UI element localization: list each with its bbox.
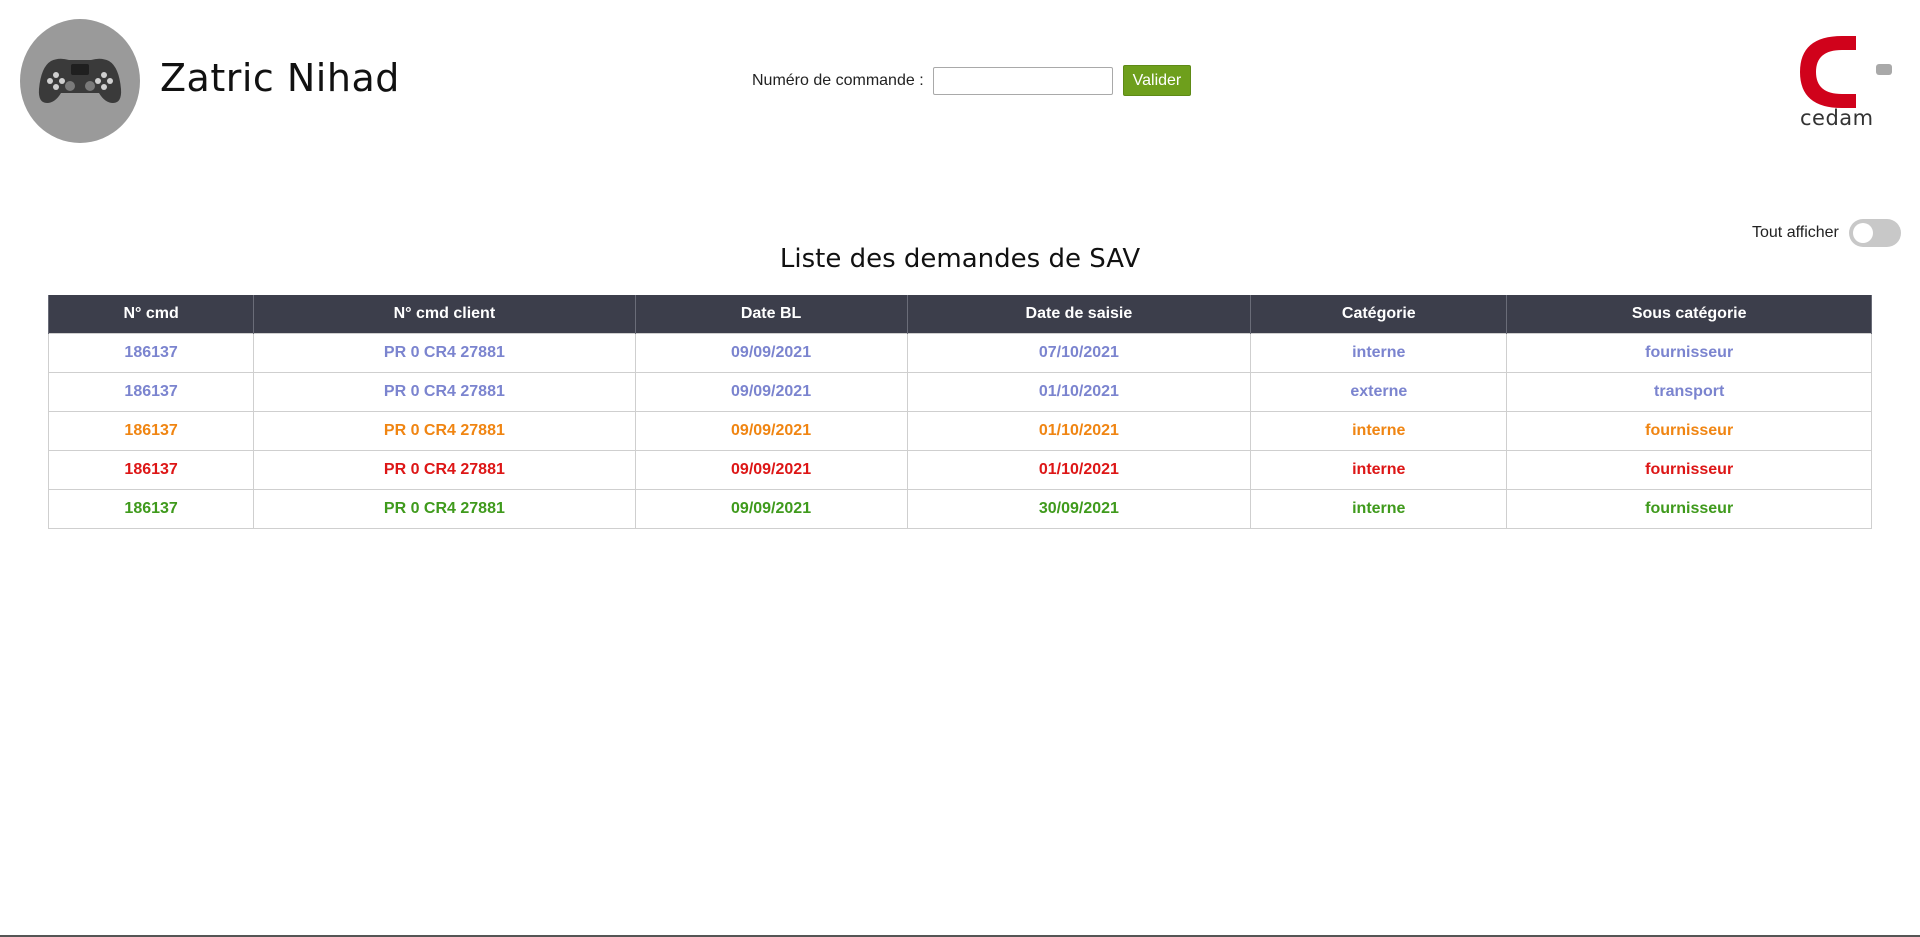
- subcategory-cell: transport: [1506, 372, 1872, 412]
- entry-date-cell: 30/09/2021: [906, 489, 1252, 529]
- show-all-toggle-group: Tout afficher: [1752, 219, 1901, 247]
- column-header-client-order-number[interactable]: N° cmd client: [253, 295, 636, 334]
- column-header-delivery-date[interactable]: Date BL: [634, 295, 908, 334]
- table-row[interactable]: 186137 PR 0 CR4 27881 09/09/2021 30/09/2…: [47, 489, 1872, 529]
- column-header-entry-date[interactable]: Date de saisie: [906, 295, 1252, 334]
- order-number-cell: 186137: [47, 450, 255, 490]
- sav-table: N° cmd N° cmd client Date BL Date de sai…: [47, 295, 1872, 529]
- table-row[interactable]: 186137 PR 0 CR4 27881 09/09/2021 01/10/2…: [47, 372, 1872, 412]
- delivery-date-cell: 09/09/2021: [634, 333, 908, 373]
- delivery-date-cell: 09/09/2021: [634, 489, 908, 529]
- column-header-category[interactable]: Catégorie: [1250, 295, 1508, 334]
- table-row[interactable]: 186137 PR 0 CR4 27881 09/09/2021 01/10/2…: [47, 411, 1872, 451]
- entry-date-cell: 01/10/2021: [906, 450, 1252, 490]
- gamepad-icon: [38, 58, 122, 103]
- order-number-cell: 186137: [47, 489, 255, 529]
- show-all-toggle[interactable]: [1848, 219, 1901, 247]
- entry-date-cell: 01/10/2021: [906, 411, 1252, 451]
- order-number-label: Numéro de commande :: [752, 71, 924, 89]
- subcategory-cell: fournisseur: [1506, 450, 1872, 490]
- category-cell: interne: [1250, 333, 1508, 373]
- client-order-number-cell: PR 0 CR4 27881: [253, 333, 636, 373]
- logo-text: cedam: [1800, 106, 1874, 130]
- order-search-form: Numéro de commande : Valider: [752, 65, 1192, 96]
- page: Zatric Nihad Numéro de commande : Valide…: [0, 0, 1920, 937]
- subcategory-cell: fournisseur: [1506, 489, 1872, 529]
- table-row[interactable]: 186137 PR 0 CR4 27881 09/09/2021 07/10/2…: [47, 333, 1872, 373]
- client-order-number-cell: PR 0 CR4 27881: [253, 372, 636, 412]
- delivery-date-cell: 09/09/2021: [634, 450, 908, 490]
- order-number-cell: 186137: [47, 333, 255, 373]
- delivery-date-cell: 09/09/2021: [634, 372, 908, 412]
- table-header-row: N° cmd N° cmd client Date BL Date de sai…: [47, 295, 1872, 334]
- category-cell: externe: [1250, 372, 1508, 412]
- order-number-cell: 186137: [47, 372, 255, 412]
- table-row[interactable]: 186137 PR 0 CR4 27881 09/09/2021 01/10/2…: [47, 450, 1872, 490]
- validate-button[interactable]: Valider: [1122, 65, 1192, 96]
- show-all-label: Tout afficher: [1752, 224, 1839, 241]
- client-order-number-cell: PR 0 CR4 27881: [253, 450, 636, 490]
- subcategory-cell: fournisseur: [1506, 333, 1872, 373]
- category-cell: interne: [1250, 411, 1508, 451]
- order-number-cell: 186137: [47, 411, 255, 451]
- entry-date-cell: 01/10/2021: [906, 372, 1252, 412]
- column-header-order-number[interactable]: N° cmd: [47, 295, 255, 334]
- list-title: Liste des demandes de SAV: [779, 244, 1141, 274]
- toggle-knob: [1852, 223, 1873, 243]
- delivery-date-cell: 09/09/2021: [634, 411, 908, 451]
- avatar: [20, 19, 140, 143]
- subcategory-cell: fournisseur: [1506, 411, 1872, 451]
- category-cell: interne: [1250, 489, 1508, 529]
- user-name: Zatric Nihad: [160, 56, 400, 100]
- entry-date-cell: 07/10/2021: [906, 333, 1252, 373]
- category-cell: interne: [1250, 450, 1508, 490]
- client-order-number-cell: PR 0 CR4 27881: [253, 489, 636, 529]
- client-order-number-cell: PR 0 CR4 27881: [253, 411, 636, 451]
- column-header-subcategory[interactable]: Sous catégorie: [1506, 295, 1872, 334]
- order-number-input[interactable]: [932, 66, 1113, 95]
